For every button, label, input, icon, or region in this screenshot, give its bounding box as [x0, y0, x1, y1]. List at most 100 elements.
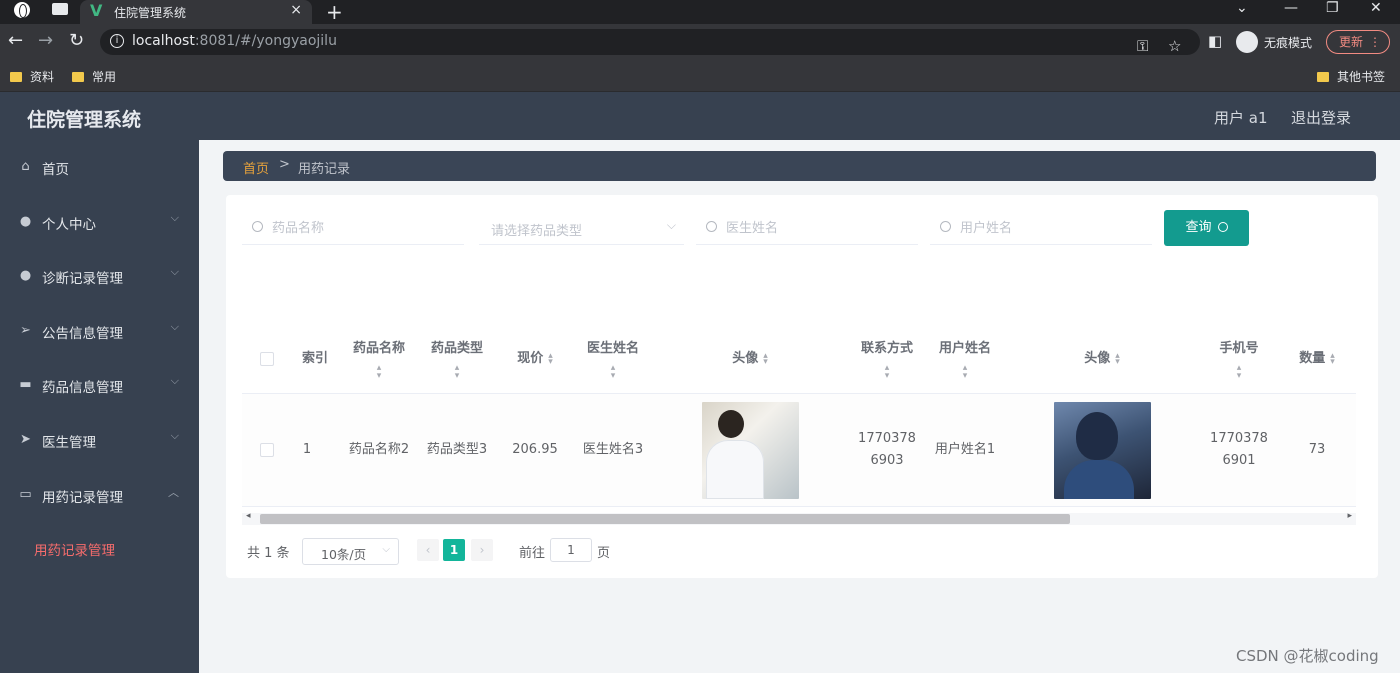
browser-tab-title: 住院管理系统 — [114, 6, 187, 20]
sort-icon[interactable]: ▴ ▾ — [885, 364, 890, 381]
col-price[interactable]: 现价 ▴ ▾ — [497, 325, 573, 393]
doctor-name-filter — [696, 211, 918, 245]
reload-icon[interactable]: ↻ — [69, 30, 84, 51]
browser-tabbar: V 住院管理系统 × + ⌄ — ❐ ✕ — [0, 0, 1400, 24]
sidebar-item-profile[interactable]: ● 个人中心 ⌵ — [0, 195, 199, 249]
page-size-select[interactable]: 10条/页 ⌵ — [302, 538, 399, 565]
logout-link[interactable]: 退出登录 — [1291, 107, 1351, 128]
new-tab-button[interactable]: + — [326, 0, 343, 24]
briefcase-icon: ▬ — [19, 377, 32, 392]
info-icon[interactable]: i — [110, 34, 124, 48]
scroll-left-icon[interactable]: ◂ — [246, 511, 251, 521]
sort-icon[interactable]: ▴ ▾ — [963, 364, 968, 381]
main-panel: 请选择药品类型 ⌵ 查询 索引 药品名称▴▾ 药品类型▴▾ 现价▴▾ 医生姓名▴… — [226, 195, 1378, 578]
sort-icon[interactable]: ▴ ▾ — [1115, 352, 1120, 367]
drug-name-input[interactable] — [270, 217, 450, 239]
watermark: CSDN @花椒coding — [1236, 647, 1379, 665]
globe-icon[interactable] — [14, 2, 30, 18]
sidebar-item-drug[interactable]: ▬ 药品信息管理 ⌵ — [0, 358, 199, 412]
chevron-down-icon: ⌵ — [170, 429, 179, 442]
sort-icon[interactable]: ▴ ▾ — [455, 364, 460, 381]
sidebar-subitem-medication-active[interactable]: 用药记录管理 — [34, 539, 115, 559]
sort-icon[interactable]: ▴ ▾ — [611, 364, 616, 381]
col-doctor-avatar[interactable]: 头像 ▴ ▾ — [653, 325, 847, 393]
page-suffix: 页 — [597, 546, 611, 561]
row-checkbox[interactable] — [260, 443, 274, 457]
user-avatar-image[interactable] — [1053, 401, 1151, 499]
key-icon[interactable]: ⚿ — [1137, 37, 1148, 55]
sidebar-item-notice[interactable]: ➢ 公告信息管理 ⌵ — [0, 304, 199, 358]
breadcrumb-home[interactable]: 首页 — [243, 158, 269, 177]
user-icon: ● — [19, 268, 32, 283]
sidebar-item-label: 医生管理 — [42, 435, 96, 451]
back-icon[interactable]: ← — [8, 30, 23, 51]
sidebar-item-doctor[interactable]: ➤ 医生管理 ⌵ — [0, 413, 199, 467]
cell-user-name: 用户姓名1 — [934, 442, 996, 457]
scroll-right-icon[interactable]: ▸ — [1347, 511, 1352, 521]
col-quantity[interactable]: 数量 ▴ ▾ — [1279, 325, 1355, 393]
doctor-name-input[interactable] — [724, 217, 904, 239]
close-tab-icon[interactable]: × — [290, 2, 302, 18]
window-close-icon[interactable]: ✕ — [1370, 0, 1382, 16]
cell-contact: 17703786903 — [858, 431, 916, 468]
sort-icon[interactable]: ▴ ▾ — [763, 352, 768, 367]
app-header: 住院管理系统 用户 a1 退出登录 — [0, 92, 1400, 140]
chevron-down-icon: ⌵ — [170, 374, 179, 387]
folder-icon — [1317, 72, 1329, 82]
table-horizontal-scrollbar[interactable]: ◂ ▸ — [242, 511, 1356, 525]
col-drug-type[interactable]: 药品类型 ▴ ▾ — [419, 325, 495, 393]
col-doctor-name[interactable]: 医生姓名 ▴ ▾ — [575, 325, 651, 393]
url-field[interactable]: i localhost:8081/#/yongyaojilu ⚿ ☆ — [100, 29, 1200, 55]
more-icon[interactable]: ⋮ — [1369, 31, 1381, 53]
app-title: 住院管理系统 — [27, 109, 142, 131]
col-user-avatar[interactable]: 头像 ▴ ▾ — [1005, 325, 1199, 393]
col-contact[interactable]: 联系方式 ▴ ▾ — [849, 325, 925, 393]
user-name-input[interactable] — [958, 217, 1138, 239]
sidebar-item-medication[interactable]: ▭ 用药记录管理 ︿ — [0, 468, 199, 522]
cell-user-avatar — [1005, 395, 1199, 505]
sidebar-item-label: 公告信息管理 — [42, 326, 123, 342]
select-all-checkbox[interactable] — [260, 352, 274, 366]
drug-type-placeholder: 请选择药品类型 — [491, 224, 583, 239]
col-user-name[interactable]: 用户姓名 ▴ ▾ — [927, 325, 1003, 393]
other-bookmarks[interactable]: 其他书签 — [1317, 68, 1385, 85]
browser-tab-active[interactable]: V 住院管理系统 × — [80, 0, 312, 24]
star-icon[interactable]: ☆ — [1168, 37, 1181, 55]
chevron-up-icon: ︿ — [168, 486, 179, 499]
folder-icon — [72, 72, 84, 82]
col-phone[interactable]: 手机号 ▴ ▾ — [1201, 325, 1277, 393]
doctor-avatar-image[interactable] — [701, 401, 799, 499]
send-icon: ➤ — [20, 432, 31, 447]
incognito-label: 无痕模式 — [1264, 36, 1313, 50]
next-page-button[interactable]: › — [471, 539, 493, 561]
sort-icon[interactable]: ▴ ▾ — [1330, 352, 1335, 367]
search-button[interactable]: 查询 — [1164, 210, 1249, 246]
incognito-icon[interactable] — [1236, 31, 1258, 53]
drug-type-select[interactable]: 请选择药品类型 ⌵ — [479, 211, 684, 245]
sort-icon[interactable]: ▴ ▾ — [548, 352, 553, 367]
cell-phone: 17703786901 — [1210, 431, 1268, 468]
forward-icon[interactable]: → — [38, 30, 53, 51]
user-label[interactable]: 用户 a1 — [1214, 107, 1268, 128]
cell-quantity: 73 — [1308, 442, 1326, 457]
goto-page-input[interactable]: 1 — [550, 538, 592, 562]
chevron-down-icon[interactable]: ⌄ — [1236, 0, 1248, 16]
restore-icon[interactable]: ❐ — [1326, 0, 1339, 16]
cell-doctor-name: 医生姓名3 — [582, 442, 644, 457]
tab-strip-icon[interactable] — [52, 3, 68, 15]
minimize-icon[interactable]: — — [1284, 0, 1298, 16]
scrollbar-thumb[interactable] — [260, 514, 1070, 524]
sidepanel-icon[interactable]: ◧ — [1208, 32, 1222, 50]
sidebar-item-home[interactable]: ⌂ 首页 — [0, 140, 199, 194]
sidebar-item-label: 药品信息管理 — [42, 380, 123, 396]
sort-icon[interactable]: ▴ ▾ — [1237, 364, 1242, 381]
page-number-active[interactable]: 1 — [443, 539, 465, 561]
bookmark-folder[interactable]: 资料 — [10, 68, 54, 85]
sort-icon[interactable]: ▴ ▾ — [377, 364, 382, 381]
col-index[interactable]: 索引 — [292, 325, 338, 393]
bookmark-folder[interactable]: 常用 — [72, 68, 116, 85]
col-drug-name[interactable]: 药品名称 ▴ ▾ — [341, 325, 417, 393]
sidebar-item-diagnosis[interactable]: ● 诊断记录管理 ⌵ — [0, 249, 199, 303]
prev-page-button[interactable]: ‹ — [417, 539, 439, 561]
update-button[interactable]: 更新 ⋮ — [1326, 30, 1390, 54]
